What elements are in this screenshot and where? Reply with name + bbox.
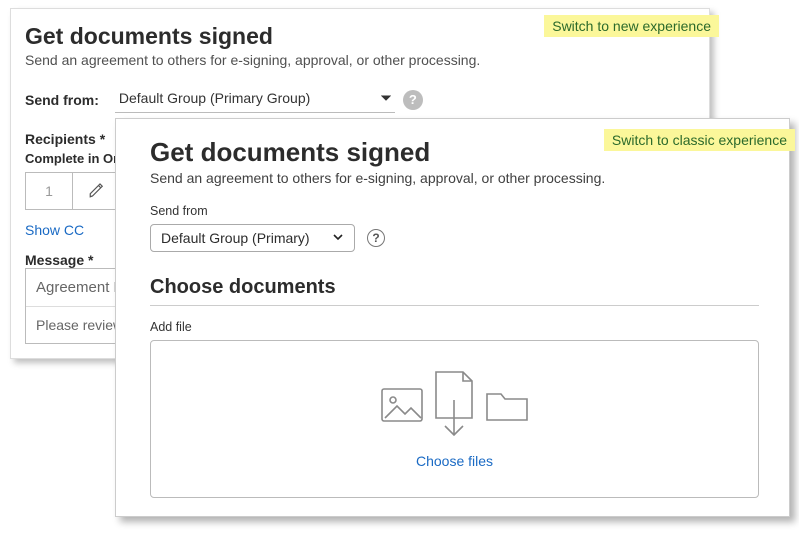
caret-down-icon xyxy=(381,90,391,106)
send-from-label: Send from xyxy=(150,204,759,218)
help-icon[interactable]: ? xyxy=(367,229,385,247)
pen-icon xyxy=(88,181,106,202)
page-subtitle: Send an agreement to others for e-signin… xyxy=(150,170,759,186)
send-from-row: Send from: Default Group (Primary Group)… xyxy=(25,86,695,113)
file-dropzone[interactable]: Choose files xyxy=(150,340,759,498)
send-from-value: Default Group (Primary) xyxy=(161,230,310,246)
send-from-select[interactable]: Default Group (Primary Group) xyxy=(115,86,395,113)
new-experience-panel: Switch to classic experience Get documen… xyxy=(115,118,790,517)
folder-icon xyxy=(485,388,529,425)
page-subtitle: Send an agreement to others for e-signin… xyxy=(25,52,695,68)
add-file-label: Add file xyxy=(150,320,759,334)
send-from-row: Default Group (Primary) ? xyxy=(150,224,759,252)
send-from-value: Default Group (Primary Group) xyxy=(119,90,310,106)
document-download-icon xyxy=(433,370,475,443)
switch-to-classic-banner[interactable]: Switch to classic experience xyxy=(604,129,795,151)
chevron-down-icon xyxy=(332,230,344,246)
image-icon xyxy=(381,388,423,425)
divider xyxy=(150,305,759,306)
send-from-label: Send from: xyxy=(25,92,99,108)
switch-to-new-banner[interactable]: Switch to new experience xyxy=(544,15,719,37)
signer-role-box[interactable] xyxy=(73,172,121,210)
choose-documents-heading: Choose documents xyxy=(150,276,759,299)
send-from-select[interactable]: Default Group (Primary) xyxy=(150,224,355,252)
choose-files-link[interactable]: Choose files xyxy=(416,453,493,469)
order-number-box: 1 xyxy=(25,172,73,210)
dropzone-icons xyxy=(381,370,529,443)
help-icon[interactable]: ? xyxy=(403,90,423,110)
